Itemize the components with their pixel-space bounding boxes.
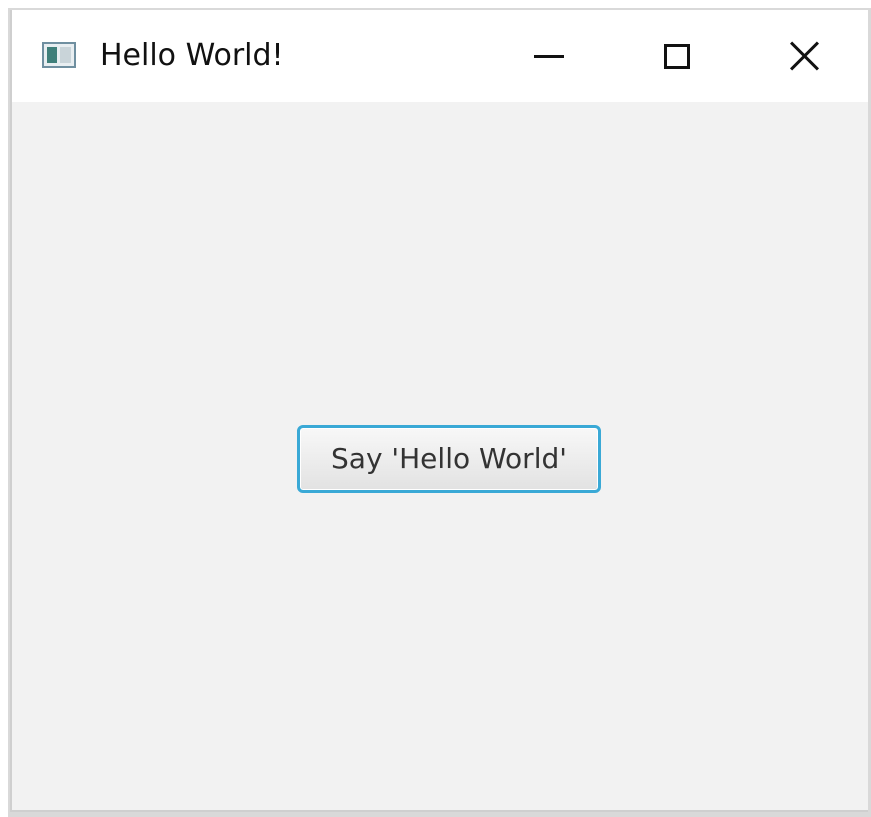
minimize-button[interactable]	[494, 10, 604, 102]
say-hello-world-button[interactable]: Say 'Hello World'	[297, 425, 601, 493]
title-bar[interactable]: Hello World!	[12, 10, 868, 102]
window-title: Hello World!	[100, 38, 284, 73]
app-icon-left-pane	[47, 47, 57, 63]
close-icon	[789, 40, 821, 72]
app-icon	[42, 42, 76, 68]
app-icon-right-pane	[60, 47, 71, 63]
close-button[interactable]	[750, 10, 860, 102]
application-window: Hello World! Say 'Hello World'	[10, 10, 868, 812]
maximize-button[interactable]	[622, 10, 732, 102]
maximize-icon	[664, 43, 690, 69]
minimize-icon	[534, 54, 564, 58]
